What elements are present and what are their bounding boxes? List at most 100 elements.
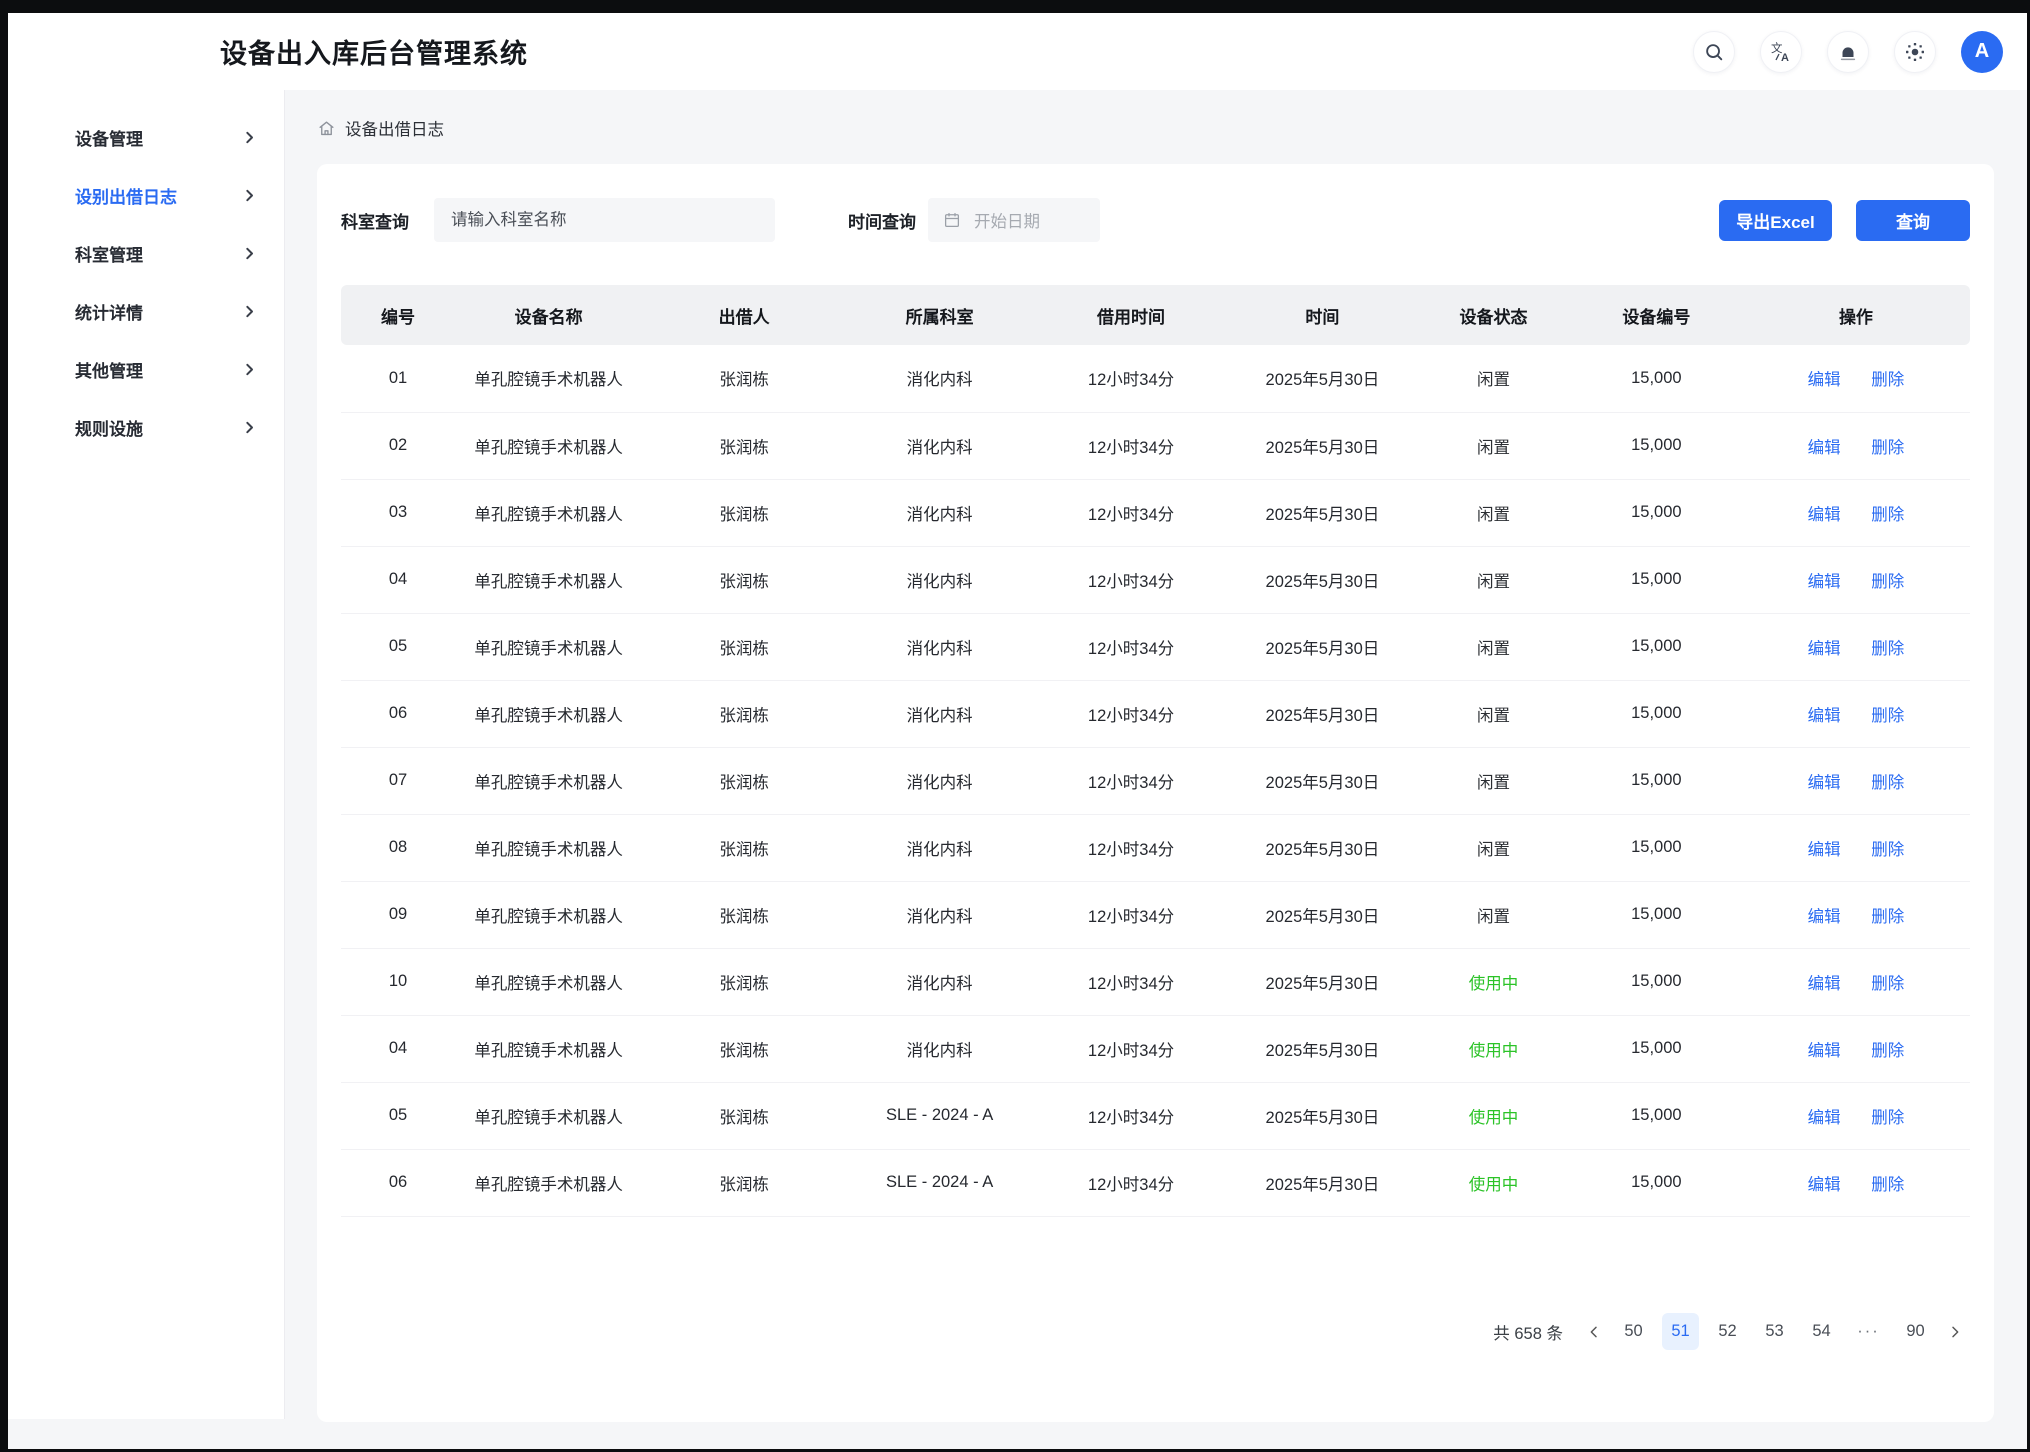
cell-device-name: 单孔腔镜手术机器人 bbox=[455, 1082, 642, 1149]
dept-search-input[interactable] bbox=[434, 198, 775, 242]
table-row: 03 单孔腔镜手术机器人 张润栋 消化内科 12小时34分 2025年5月30日… bbox=[341, 479, 1970, 546]
delete-link[interactable]: 删除 bbox=[1871, 975, 1904, 993]
cell-device-name: 单孔腔镜手术机器人 bbox=[455, 412, 642, 479]
cell-device-name: 单孔腔镜手术机器人 bbox=[455, 814, 642, 881]
delete-link[interactable]: 删除 bbox=[1871, 707, 1904, 725]
delete-link[interactable]: 删除 bbox=[1871, 1176, 1904, 1194]
search-icon bbox=[1703, 41, 1725, 63]
page-button[interactable]: 90 bbox=[1897, 1313, 1934, 1350]
delete-link[interactable]: 删除 bbox=[1871, 573, 1904, 591]
cell-borrower: 张润栋 bbox=[642, 345, 846, 412]
edit-link[interactable]: 编辑 bbox=[1808, 841, 1841, 859]
query-button[interactable]: 查询 bbox=[1856, 200, 1970, 241]
delete-link[interactable]: 删除 bbox=[1871, 506, 1904, 524]
filter-row: 科室查询 时间查询 开始日期 导出Excel 查询 bbox=[341, 164, 1970, 242]
cell-department: SLE - 2024 - A bbox=[846, 1082, 1033, 1149]
sidebar-item-statistics[interactable]: 统计详情 bbox=[8, 282, 284, 340]
edit-link[interactable]: 编辑 bbox=[1808, 975, 1841, 993]
export-excel-button[interactable]: 导出Excel bbox=[1719, 200, 1832, 241]
start-date-picker[interactable]: 开始日期 bbox=[928, 198, 1100, 242]
delete-link[interactable]: 删除 bbox=[1871, 774, 1904, 792]
page-button[interactable]: 51 bbox=[1662, 1313, 1699, 1350]
table-row: 06 单孔腔镜手术机器人 张润栋 SLE - 2024 - A 12小时34分 … bbox=[341, 1149, 1970, 1216]
breadcrumb: 设备出借日志 bbox=[317, 116, 1994, 140]
col-header-device: 设备名称 bbox=[455, 285, 642, 345]
delete-link[interactable]: 删除 bbox=[1871, 371, 1904, 389]
cell-date: 2025年5月30日 bbox=[1229, 1015, 1416, 1082]
page-button[interactable]: 52 bbox=[1709, 1313, 1746, 1350]
edit-link[interactable]: 编辑 bbox=[1808, 1176, 1841, 1194]
cell-device-status: 使用中 bbox=[1416, 1149, 1571, 1216]
page-button[interactable]: 54 bbox=[1803, 1313, 1840, 1350]
prev-page-button[interactable] bbox=[1583, 1324, 1605, 1340]
sidebar-item-other-management[interactable]: 其他管理 bbox=[8, 340, 284, 398]
cell-device-status: 闲置 bbox=[1416, 747, 1571, 814]
edit-link[interactable]: 编辑 bbox=[1808, 774, 1841, 792]
sidebar-item-lending-log[interactable]: 设别出借日志 bbox=[8, 166, 284, 224]
cell-borrower: 张润栋 bbox=[642, 412, 846, 479]
sidebar-item-department-management[interactable]: 科室管理 bbox=[8, 224, 284, 282]
delete-link[interactable]: 删除 bbox=[1871, 439, 1904, 457]
search-button[interactable] bbox=[1693, 31, 1735, 73]
edit-link[interactable]: 编辑 bbox=[1808, 573, 1841, 591]
sidebar-item-label: 规则设施 bbox=[75, 415, 143, 440]
cell-no: 04 bbox=[341, 546, 455, 613]
chevron-right-icon bbox=[242, 362, 257, 377]
col-header-dept: 所属科室 bbox=[846, 285, 1033, 345]
translate-button[interactable]: 文A bbox=[1760, 31, 1802, 73]
edit-link[interactable]: 编辑 bbox=[1808, 371, 1841, 389]
delete-link[interactable]: 删除 bbox=[1871, 908, 1904, 926]
edit-link[interactable]: 编辑 bbox=[1808, 1109, 1841, 1127]
theme-button[interactable] bbox=[1894, 31, 1936, 73]
page-button[interactable]: 50 bbox=[1615, 1313, 1652, 1350]
edit-link[interactable]: 编辑 bbox=[1808, 707, 1841, 725]
col-header-code: 设备编号 bbox=[1571, 285, 1742, 345]
table-row: 10 单孔腔镜手术机器人 张润栋 消化内科 12小时34分 2025年5月30日… bbox=[341, 948, 1970, 1015]
edit-link[interactable]: 编辑 bbox=[1808, 1042, 1841, 1060]
start-date-placeholder: 开始日期 bbox=[974, 208, 1040, 232]
cell-date: 2025年5月30日 bbox=[1229, 345, 1416, 412]
cell-department: 消化内科 bbox=[846, 1015, 1033, 1082]
sidebar-item-rule-settings[interactable]: 规则设施 bbox=[8, 398, 284, 456]
edit-link[interactable]: 编辑 bbox=[1808, 439, 1841, 457]
chevron-right-icon bbox=[242, 130, 257, 145]
table-row: 01 单孔腔镜手术机器人 张润栋 消化内科 12小时34分 2025年5月30日… bbox=[341, 345, 1970, 412]
next-page-button[interactable] bbox=[1944, 1324, 1966, 1340]
page-button[interactable]: 53 bbox=[1756, 1313, 1793, 1350]
delete-link[interactable]: 删除 bbox=[1871, 841, 1904, 859]
edit-link[interactable]: 编辑 bbox=[1808, 640, 1841, 658]
delete-link[interactable]: 删除 bbox=[1871, 1042, 1904, 1060]
home-icon[interactable] bbox=[317, 119, 336, 138]
cell-no: 03 bbox=[341, 479, 455, 546]
sidebar: 设备管理 设别出借日志 科室管理 统计详情 其他管理 规则设施 bbox=[8, 90, 285, 1419]
page-ellipsis[interactable]: ··· bbox=[1850, 1313, 1887, 1350]
cell-device-code: 15,000 bbox=[1571, 1082, 1742, 1149]
sidebar-item-device-management[interactable]: 设备管理 bbox=[8, 108, 284, 166]
cell-department: 消化内科 bbox=[846, 948, 1033, 1015]
cell-actions: 编辑 删除 bbox=[1742, 1149, 1970, 1216]
cell-device-status: 闲置 bbox=[1416, 814, 1571, 881]
pagination-total: 共 658 条 bbox=[1493, 1320, 1563, 1344]
table-body: 01 单孔腔镜手术机器人 张润栋 消化内科 12小时34分 2025年5月30日… bbox=[341, 345, 1970, 1216]
cell-actions: 编辑 删除 bbox=[1742, 412, 1970, 479]
cell-device-status: 闲置 bbox=[1416, 345, 1571, 412]
cell-no: 06 bbox=[341, 680, 455, 747]
cell-device-code: 15,000 bbox=[1571, 881, 1742, 948]
cell-device-status: 闲置 bbox=[1416, 881, 1571, 948]
edit-link[interactable]: 编辑 bbox=[1808, 908, 1841, 926]
cell-borrow-duration: 12小时34分 bbox=[1033, 345, 1228, 412]
sidebar-item-label: 设备管理 bbox=[75, 125, 143, 150]
cell-borrow-duration: 12小时34分 bbox=[1033, 1149, 1228, 1216]
delete-link[interactable]: 删除 bbox=[1871, 640, 1904, 658]
cell-department: 消化内科 bbox=[846, 479, 1033, 546]
cell-no: 05 bbox=[341, 1082, 455, 1149]
cell-device-name: 单孔腔镜手术机器人 bbox=[455, 546, 642, 613]
delete-link[interactable]: 删除 bbox=[1871, 1109, 1904, 1127]
user-avatar[interactable]: A bbox=[1961, 31, 2003, 73]
edit-link[interactable]: 编辑 bbox=[1808, 506, 1841, 524]
sidebar-item-label: 科室管理 bbox=[75, 241, 143, 266]
cell-borrower: 张润栋 bbox=[642, 1149, 846, 1216]
cell-no: 10 bbox=[341, 948, 455, 1015]
notification-button[interactable] bbox=[1827, 31, 1869, 73]
cell-device-name: 单孔腔镜手术机器人 bbox=[455, 680, 642, 747]
